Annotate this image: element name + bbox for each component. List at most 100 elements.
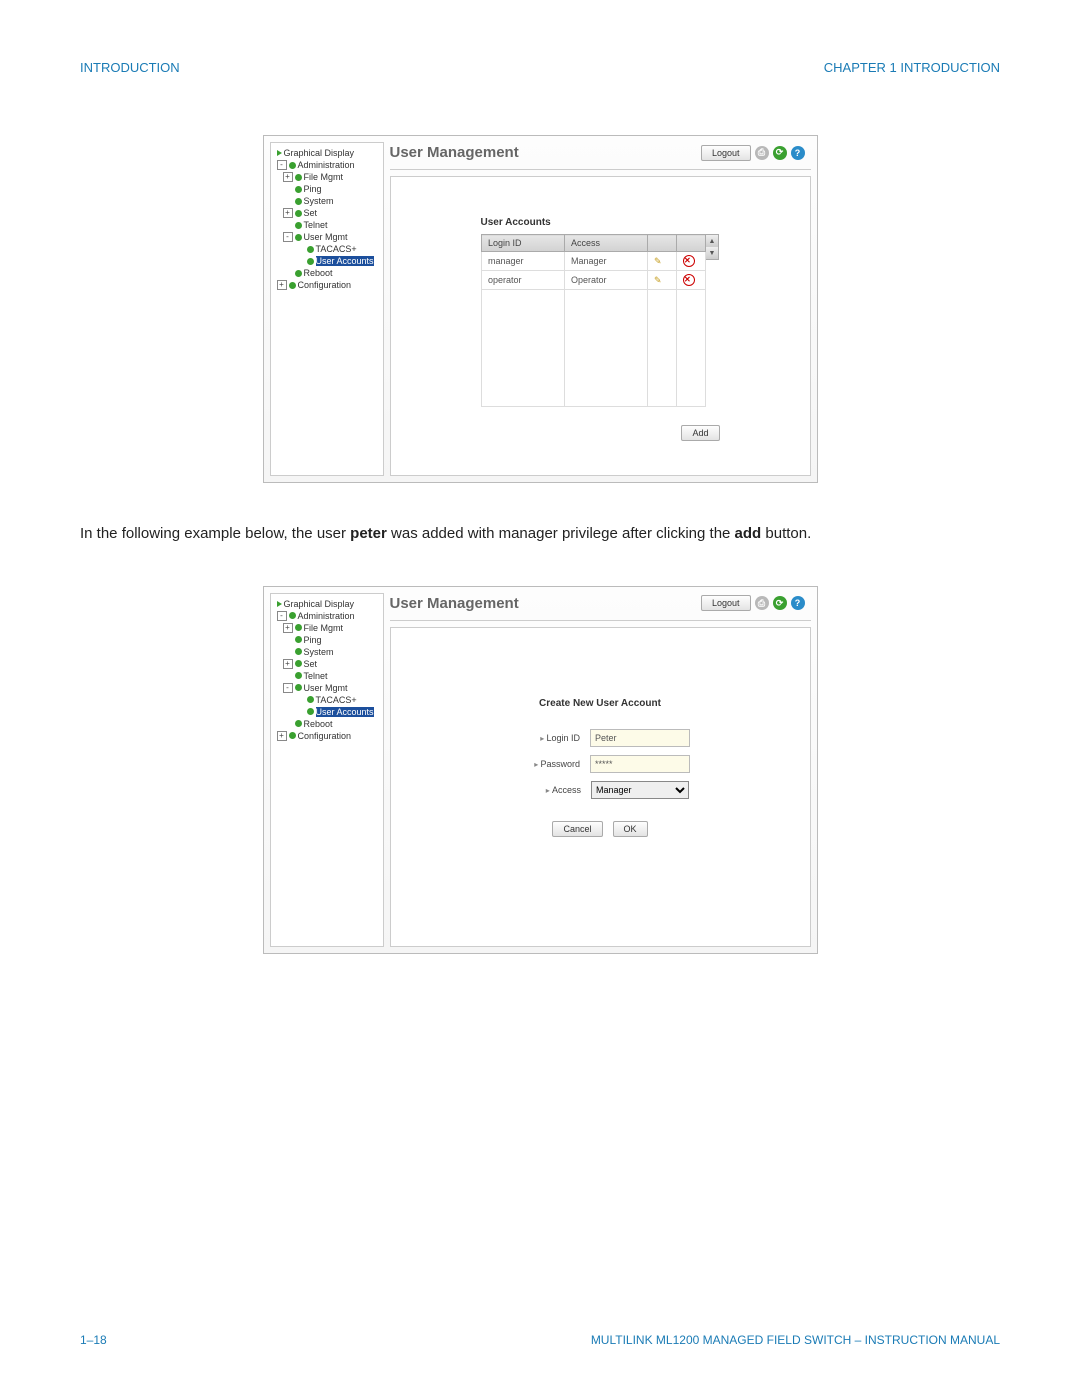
bullet-icon xyxy=(295,636,302,643)
help-icon[interactable]: ? xyxy=(791,146,805,160)
label-access: Access xyxy=(511,785,581,795)
tree-ping[interactable]: Ping xyxy=(293,183,383,195)
tree-administration[interactable]: - Administration xyxy=(275,610,383,622)
edit-icon[interactable]: ✎ xyxy=(654,256,662,266)
play-icon xyxy=(277,150,282,156)
tree-telnet[interactable]: Telnet xyxy=(293,670,383,682)
table-row[interactable]: operator Operator ✎ ✕ xyxy=(482,271,706,290)
collapse-icon[interactable]: - xyxy=(283,232,293,242)
save-icon[interactable]: ⎙ xyxy=(755,596,769,610)
tree-user-accounts[interactable]: User Accounts xyxy=(305,706,383,718)
label-login: Login ID xyxy=(510,733,580,743)
bullet-icon xyxy=(295,684,302,691)
screenshot-create-user: Graphical Display - Administration + Fil… xyxy=(263,586,818,954)
tree-system[interactable]: System xyxy=(293,195,383,207)
tree-file-mgmt[interactable]: + File Mgmt xyxy=(281,171,383,183)
tree-system[interactable]: System xyxy=(293,646,383,658)
expand-icon[interactable]: + xyxy=(283,208,293,218)
nav-tree: Graphical Display - Administration + Fil… xyxy=(270,142,384,476)
bullet-icon xyxy=(289,612,296,619)
tree-configuration[interactable]: + Configuration xyxy=(275,279,383,291)
tree-tacacs[interactable]: TACACS+ xyxy=(305,694,383,706)
scrollbar[interactable]: ▲ ▼ xyxy=(706,234,719,260)
table-header-row: Login ID Access xyxy=(482,235,706,252)
body-text: In the following example below, the user… xyxy=(80,523,1000,546)
bullet-icon xyxy=(295,186,302,193)
delete-icon[interactable]: ✕ xyxy=(683,255,695,267)
tree-reboot[interactable]: Reboot xyxy=(293,718,383,730)
bullet-icon xyxy=(307,696,314,703)
tree-ping[interactable]: Ping xyxy=(293,634,383,646)
col-login-header[interactable]: Login ID xyxy=(482,235,565,252)
tree-user-mgmt[interactable]: - User Mgmt xyxy=(281,231,383,243)
tree-set[interactable]: + Set xyxy=(281,658,383,670)
expand-icon[interactable]: + xyxy=(283,623,293,633)
bullet-icon xyxy=(295,720,302,727)
bullet-icon xyxy=(307,258,314,265)
add-button[interactable]: Add xyxy=(681,425,719,441)
tree-configuration[interactable]: + Configuration xyxy=(275,730,383,742)
footer-manual-title: MULTILINK ML1200 MANAGED FIELD SWITCH – … xyxy=(591,1333,1000,1347)
col-access-header[interactable]: Access xyxy=(565,235,648,252)
header-left: INTRODUCTION xyxy=(80,60,180,75)
collapse-icon[interactable]: - xyxy=(277,611,287,621)
login-id-input[interactable] xyxy=(590,729,690,747)
password-input[interactable] xyxy=(590,755,690,773)
page-title: User Management xyxy=(390,595,519,612)
screenshot-user-accounts: Graphical Display - Administration + Fil… xyxy=(263,135,818,483)
bullet-icon xyxy=(289,162,296,169)
header-right: CHAPTER 1 INTRODUCTION xyxy=(824,60,1000,75)
bullet-icon xyxy=(307,246,314,253)
bullet-icon xyxy=(295,234,302,241)
logout-button[interactable]: Logout xyxy=(701,595,751,611)
expand-icon[interactable]: + xyxy=(277,731,287,741)
logout-button[interactable]: Logout xyxy=(701,145,751,161)
section-title: User Accounts xyxy=(481,217,551,228)
label-password: Password xyxy=(510,759,580,769)
tree-graphical-display[interactable]: Graphical Display xyxy=(275,598,383,610)
scroll-down-icon[interactable]: ▼ xyxy=(706,247,718,259)
page-title: User Management xyxy=(390,144,519,161)
access-select[interactable]: Manager xyxy=(591,781,689,799)
table-row[interactable]: manager Manager ✎ ✕ xyxy=(482,252,706,271)
user-accounts-table: Login ID Access manager Manager ✎ ✕ xyxy=(481,234,706,407)
tree-administration[interactable]: - Administration xyxy=(275,159,383,171)
ok-button[interactable]: OK xyxy=(613,821,648,837)
collapse-icon[interactable]: - xyxy=(283,683,293,693)
tree-tacacs[interactable]: TACACS+ xyxy=(305,243,383,255)
tree-file-mgmt[interactable]: + File Mgmt xyxy=(281,622,383,634)
cancel-button[interactable]: Cancel xyxy=(552,821,602,837)
bullet-icon xyxy=(295,222,302,229)
bullet-icon xyxy=(289,732,296,739)
bullet-icon xyxy=(295,648,302,655)
edit-icon[interactable]: ✎ xyxy=(654,275,662,285)
bullet-icon xyxy=(295,174,302,181)
bullet-icon xyxy=(295,210,302,217)
table-empty-space xyxy=(482,290,706,407)
delete-icon[interactable]: ✕ xyxy=(683,274,695,286)
form-title: Create New User Account xyxy=(539,698,661,709)
scroll-up-icon[interactable]: ▲ xyxy=(706,235,718,247)
tree-user-mgmt[interactable]: - User Mgmt xyxy=(281,682,383,694)
tree-telnet[interactable]: Telnet xyxy=(293,219,383,231)
collapse-icon[interactable]: - xyxy=(277,160,287,170)
bullet-icon xyxy=(295,270,302,277)
expand-icon[interactable]: + xyxy=(283,172,293,182)
bullet-icon xyxy=(295,624,302,631)
tree-user-accounts[interactable]: User Accounts xyxy=(305,255,383,267)
tree-graphical-display[interactable]: Graphical Display xyxy=(275,147,383,159)
refresh-icon[interactable]: ⟳ xyxy=(773,146,787,160)
nav-tree: Graphical Display - Administration + Fil… xyxy=(270,593,384,947)
footer-page-number: 1–18 xyxy=(80,1333,107,1347)
bullet-icon xyxy=(295,672,302,679)
expand-icon[interactable]: + xyxy=(283,659,293,669)
save-icon[interactable]: ⎙ xyxy=(755,146,769,160)
refresh-icon[interactable]: ⟳ xyxy=(773,596,787,610)
expand-icon[interactable]: + xyxy=(277,280,287,290)
tree-set[interactable]: + Set xyxy=(281,207,383,219)
bullet-icon xyxy=(295,198,302,205)
tree-reboot[interactable]: Reboot xyxy=(293,267,383,279)
bullet-icon xyxy=(289,282,296,289)
help-icon[interactable]: ? xyxy=(791,596,805,610)
bullet-icon xyxy=(295,660,302,667)
